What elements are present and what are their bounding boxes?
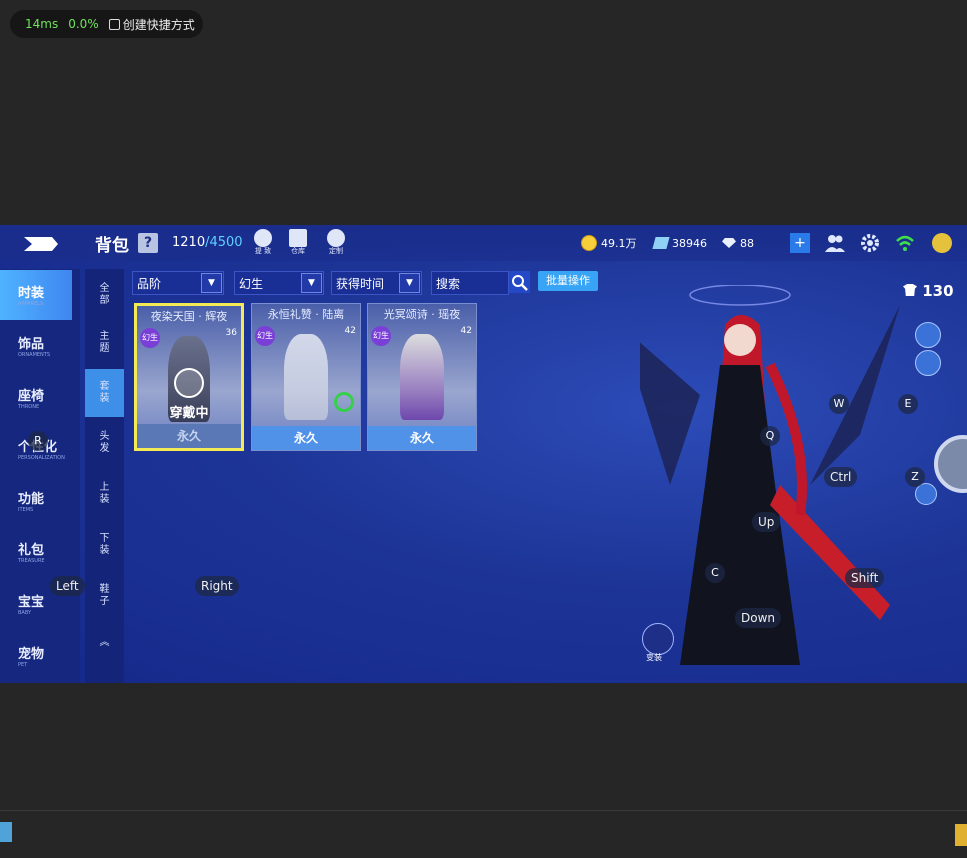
search-input[interactable]: 搜索 [431, 271, 509, 295]
tab-shoes[interactable]: 鞋子 [85, 572, 124, 620]
capacity-readout: 1210/4500 [172, 235, 243, 250]
ticket-icon [652, 237, 670, 249]
suit-thumbnail [400, 334, 444, 420]
key-hint-ctrl: Ctrl [824, 467, 858, 487]
type-filter[interactable]: 幻生 ▼ [234, 271, 324, 295]
sidebar-item-apparels[interactable]: 时装 APPARELS [0, 270, 72, 320]
add-plus-button[interactable]: + [790, 233, 810, 253]
key-hint-right: Right [195, 576, 239, 596]
tray-app-icon[interactable] [955, 824, 967, 846]
game-logo-icon [24, 237, 58, 251]
huansheng-badge: 幻生 [255, 326, 275, 346]
more-icon[interactable]: ︽ [85, 619, 124, 667]
tab-theme[interactable]: 主题 [85, 319, 124, 367]
suit-card[interactable]: 光冥颂诗 · 瑶夜 幻生 42 永久 [367, 303, 477, 451]
sort-filter[interactable]: 获得时间 ▼ [331, 271, 422, 295]
settings-gear-icon[interactable] [860, 233, 880, 253]
game-viewport: 背包 ? 1210/4500 提 致 仓库 定制 49.1万 38946 88 [0, 225, 967, 683]
key-hint-q: Q [760, 426, 780, 446]
warehouse-icon [289, 229, 307, 247]
custom-icon [327, 229, 345, 247]
subcategory-tabs: 全部 主题 套装 头发 上装 下装 鞋子 ︽ [85, 269, 124, 683]
sidebar-item-ornaments[interactable]: 饰品 ORNAMENTS [0, 321, 80, 371]
key-hint-e: E [898, 394, 918, 414]
wearing-indicator: 穿戴中 [137, 368, 241, 421]
category-sidebar: 时装APPARELS 饰品ORNAMENTS 座椅THRONE 个性化PERSO… [0, 269, 80, 683]
huansheng-badge: 幻生 [371, 326, 391, 346]
lightbulb-icon [254, 229, 272, 247]
shirt-icon [174, 368, 204, 398]
create-shortcut-button[interactable]: 创建快捷方式 [108, 16, 195, 33]
ping-text: 14ms [25, 17, 59, 31]
player-avatar-icon[interactable] [932, 233, 952, 253]
sidebar-item-treasure[interactable]: 礼包 TREASURE [0, 527, 80, 577]
key-hint-z: Z [905, 467, 925, 487]
key-hint-w: W [829, 394, 849, 414]
suit-thumbnail [284, 334, 328, 420]
tab-all[interactable]: 全部 [85, 271, 124, 319]
tab-suit[interactable]: 套装 [85, 369, 124, 417]
chevron-down-icon: ▼ [201, 273, 222, 293]
batch-operation-button[interactable]: 批量操作 [538, 271, 598, 291]
key-hint-up: Up [752, 512, 781, 532]
loss-text: 0.0% [68, 17, 99, 31]
car-icon[interactable] [915, 322, 941, 348]
rotate-joystick-icon[interactable] [934, 435, 967, 493]
taskbar-divider [0, 810, 967, 811]
tab-top[interactable]: 上装 [85, 470, 124, 518]
key-hint-down: Down [735, 608, 782, 628]
diamond-balance: 88 [722, 234, 754, 252]
new-ring-icon [334, 392, 354, 412]
coin-icon [581, 235, 597, 251]
tab-hair[interactable]: 头发 [85, 419, 124, 467]
key-hint-left: Left [50, 576, 85, 596]
quality-filter[interactable]: 品阶 ▼ [132, 271, 224, 295]
key-hint-r: R [28, 431, 48, 451]
level-badge: 36 [225, 328, 237, 338]
friends-icon[interactable] [825, 233, 845, 253]
shirt-icon[interactable] [920, 580, 942, 602]
notepad-icon[interactable] [0, 822, 12, 842]
chevron-down-icon: ▼ [301, 273, 322, 293]
key-hint-shift: Shift [845, 568, 885, 588]
search-icon[interactable] [509, 271, 530, 293]
warehouse-button[interactable]: 仓库 [285, 229, 311, 257]
level-badge: 42 [344, 326, 356, 336]
top-bar: 背包 ? 1210/4500 提 致 仓库 定制 49.1万 38946 88 [0, 225, 967, 261]
wifi-icon [896, 235, 914, 251]
music-icon[interactable] [915, 350, 941, 376]
key-hint-c: C [705, 563, 725, 583]
suit-card[interactable]: 夜染天国 · 辉夜 幻生 36 穿戴中 永久 [134, 303, 244, 451]
tab-bottom[interactable]: 下装 [85, 521, 124, 569]
lightbulb-button[interactable]: 提 致 [250, 229, 276, 257]
chevron-down-icon: ▼ [399, 273, 420, 293]
duration-label: 永久 [252, 426, 360, 450]
perf-overlay: 14ms 0.0% 创建快捷方式 [10, 10, 203, 38]
shortcut-icon [108, 18, 120, 30]
sidebar-item-pet[interactable]: 宠物 PET [0, 631, 80, 681]
dress-up-button[interactable] [642, 623, 674, 655]
outfit-counter[interactable]: 130 [903, 282, 954, 300]
sidebar-item-throne[interactable]: 座椅 THRONE [0, 373, 80, 423]
suit-card[interactable]: 永恒礼赞 · 陆离 幻生 42 永久 [251, 303, 361, 451]
ticket-balance: 38946 [652, 234, 707, 252]
diamond-icon [722, 238, 736, 248]
duration-label: 永久 [137, 424, 241, 448]
help-button[interactable]: ? [138, 233, 158, 253]
sidebar-item-items[interactable]: 功能 ITEMS [0, 476, 80, 526]
huansheng-badge: 幻生 [140, 328, 160, 348]
duration-label: 永久 [368, 426, 476, 450]
custom-button[interactable]: 定制 [323, 229, 349, 257]
dress-up-label: 变装 [646, 653, 662, 662]
level-badge: 42 [460, 326, 472, 336]
shirt-icon [903, 284, 917, 296]
page-title: 背包 [95, 236, 129, 256]
coin-balance: 49.1万 [581, 234, 637, 252]
